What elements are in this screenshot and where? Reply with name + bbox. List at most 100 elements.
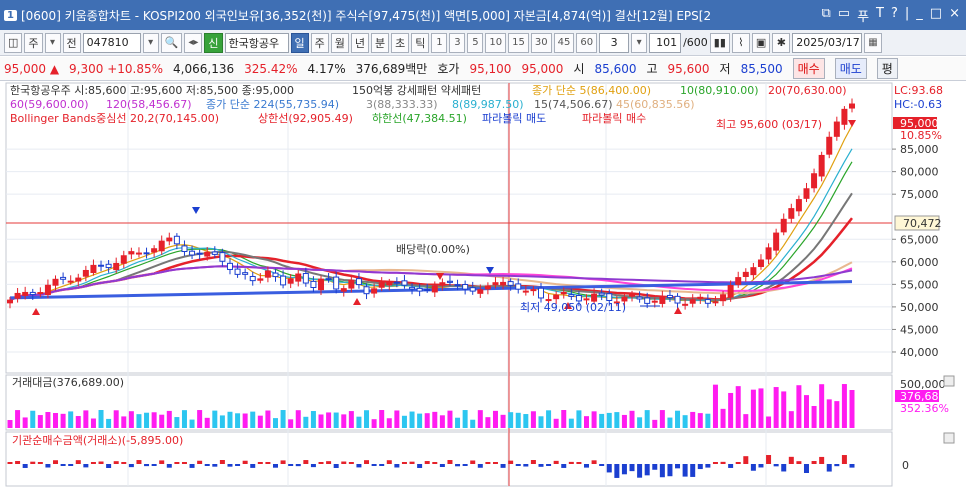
institution-bar bbox=[75, 460, 81, 464]
volume-bar bbox=[144, 412, 150, 428]
period-second[interactable]: 초 bbox=[391, 32, 410, 53]
sound-icon[interactable]: ◂▸ bbox=[184, 32, 203, 53]
institution-pane-close-icon[interactable] bbox=[943, 432, 955, 444]
save-icon[interactable]: ▣ bbox=[751, 32, 771, 53]
candle-body bbox=[295, 273, 302, 282]
period-day[interactable]: 일 bbox=[290, 32, 309, 53]
candle-body bbox=[651, 300, 658, 303]
minute-10[interactable]: 10 bbox=[485, 32, 507, 53]
interval-dropdown-icon[interactable]: ▾ bbox=[631, 32, 648, 53]
institution-bar bbox=[705, 464, 711, 468]
volume-bar bbox=[166, 410, 172, 428]
draw-tool-icon[interactable]: ⌇ bbox=[731, 32, 750, 53]
price-chart[interactable]: 한국항공우주 시:85,600 고:95,600 저:85,500 종:95,0… bbox=[0, 81, 966, 487]
high-price: 95,600 bbox=[667, 61, 710, 76]
help-icon[interactable]: ? bbox=[891, 6, 898, 25]
count-input[interactable]: 101 bbox=[649, 32, 682, 53]
minute-1[interactable]: 1 bbox=[431, 32, 448, 53]
volume-bar bbox=[424, 413, 430, 428]
volume-bar bbox=[204, 417, 210, 428]
sell-button[interactable]: 매도 bbox=[834, 58, 867, 79]
candle-body bbox=[310, 280, 317, 288]
period-minute[interactable]: 분 bbox=[371, 32, 390, 53]
institution-bar bbox=[98, 461, 104, 464]
minute-45[interactable]: 45 bbox=[553, 32, 575, 53]
font-icon[interactable]: T bbox=[876, 6, 884, 25]
institution-bar bbox=[189, 464, 195, 468]
restore-icon[interactable]: ⧉ bbox=[821, 6, 830, 25]
maximize-icon[interactable]: □ bbox=[930, 6, 942, 25]
candle-body bbox=[439, 282, 446, 286]
volume-bar bbox=[227, 411, 233, 428]
period-month[interactable]: 월 bbox=[330, 32, 349, 53]
volume-bar bbox=[447, 410, 453, 428]
institution-bar bbox=[106, 464, 112, 468]
volume-bar bbox=[553, 418, 559, 428]
code-dropdown-icon[interactable]: ▾ bbox=[142, 32, 159, 53]
minute-60[interactable]: 60 bbox=[576, 32, 598, 53]
institution-bar bbox=[272, 464, 278, 468]
eval-button[interactable]: 평 bbox=[876, 58, 898, 79]
chart-type-icon[interactable]: ▮▮ bbox=[709, 32, 730, 53]
calendar-icon[interactable]: ▦ bbox=[864, 32, 882, 53]
volume-bar bbox=[280, 410, 286, 428]
institution-bar bbox=[424, 461, 430, 464]
minimize-icon[interactable]: _ bbox=[916, 6, 923, 25]
candle-body bbox=[211, 251, 218, 255]
dropdown-icon[interactable]: ▾ bbox=[44, 32, 61, 53]
candle-body bbox=[14, 292, 21, 299]
volume-bar bbox=[546, 410, 552, 428]
volume-bar bbox=[690, 411, 696, 428]
volume-bar bbox=[379, 410, 385, 428]
date-input[interactable]: 2025/03/17 bbox=[792, 32, 863, 53]
buy-button[interactable]: 매수 bbox=[792, 58, 825, 79]
new-badge: 신 bbox=[204, 32, 223, 53]
lc-value: LC:93.68 bbox=[894, 84, 943, 97]
interval-input[interactable]: 3 bbox=[599, 32, 630, 53]
volume-bar bbox=[682, 415, 688, 428]
close-icon[interactable]: × bbox=[949, 6, 960, 25]
minute-15[interactable]: 15 bbox=[508, 32, 529, 53]
candle-body bbox=[424, 289, 431, 292]
candle-body bbox=[325, 278, 332, 281]
volume-bar bbox=[113, 410, 119, 428]
institution-bar bbox=[576, 462, 582, 464]
market-select[interactable]: 주 bbox=[24, 32, 43, 53]
volume-bar bbox=[272, 418, 278, 428]
minute-3[interactable]: 3 bbox=[449, 32, 466, 53]
institution-bar bbox=[318, 462, 324, 464]
legend-ma3: 3(88,333.33) bbox=[366, 98, 438, 111]
candle-body bbox=[484, 285, 491, 290]
tile-icon[interactable]: ▭ bbox=[838, 6, 850, 25]
minute-5[interactable]: 5 bbox=[467, 32, 484, 53]
candle-body bbox=[492, 282, 499, 285]
institution-bar bbox=[819, 456, 825, 464]
volume-pane-close-icon[interactable] bbox=[943, 375, 955, 387]
institution-bar bbox=[690, 464, 696, 477]
period-week[interactable]: 주 bbox=[310, 32, 329, 53]
institution-bar bbox=[841, 455, 847, 464]
volume-bar bbox=[159, 414, 165, 428]
stock-code-input[interactable]: 047810 bbox=[82, 32, 141, 53]
volume-bar bbox=[462, 410, 468, 428]
layout-icon[interactable]: ◫ bbox=[4, 32, 23, 53]
legend-ma224: 종가 단순 224(55,735.94) bbox=[206, 98, 339, 111]
settings-icon[interactable]: ✱ bbox=[772, 32, 791, 53]
institution-bar bbox=[128, 464, 134, 468]
candle-body bbox=[833, 121, 840, 137]
window-title: [0600] 키움종합차트 - KOSPI200 외국인보유[36,352(천)… bbox=[20, 8, 712, 23]
institution-bar bbox=[803, 464, 809, 473]
institution-bar bbox=[811, 461, 817, 464]
institution-bar bbox=[644, 464, 650, 476]
period-tick[interactable]: 틱 bbox=[411, 32, 430, 53]
volume-bar bbox=[348, 411, 354, 428]
institution-bar bbox=[242, 460, 248, 464]
period-year[interactable]: 년 bbox=[350, 32, 370, 53]
search-icon[interactable]: 🔍 bbox=[160, 32, 183, 53]
minute-30[interactable]: 30 bbox=[530, 32, 552, 53]
volume-bar bbox=[705, 413, 711, 428]
all-button[interactable]: 전 bbox=[62, 32, 81, 53]
institution-bar bbox=[22, 464, 28, 468]
volume-bar bbox=[508, 412, 514, 428]
pin-icon[interactable]: 푸 bbox=[857, 6, 869, 25]
